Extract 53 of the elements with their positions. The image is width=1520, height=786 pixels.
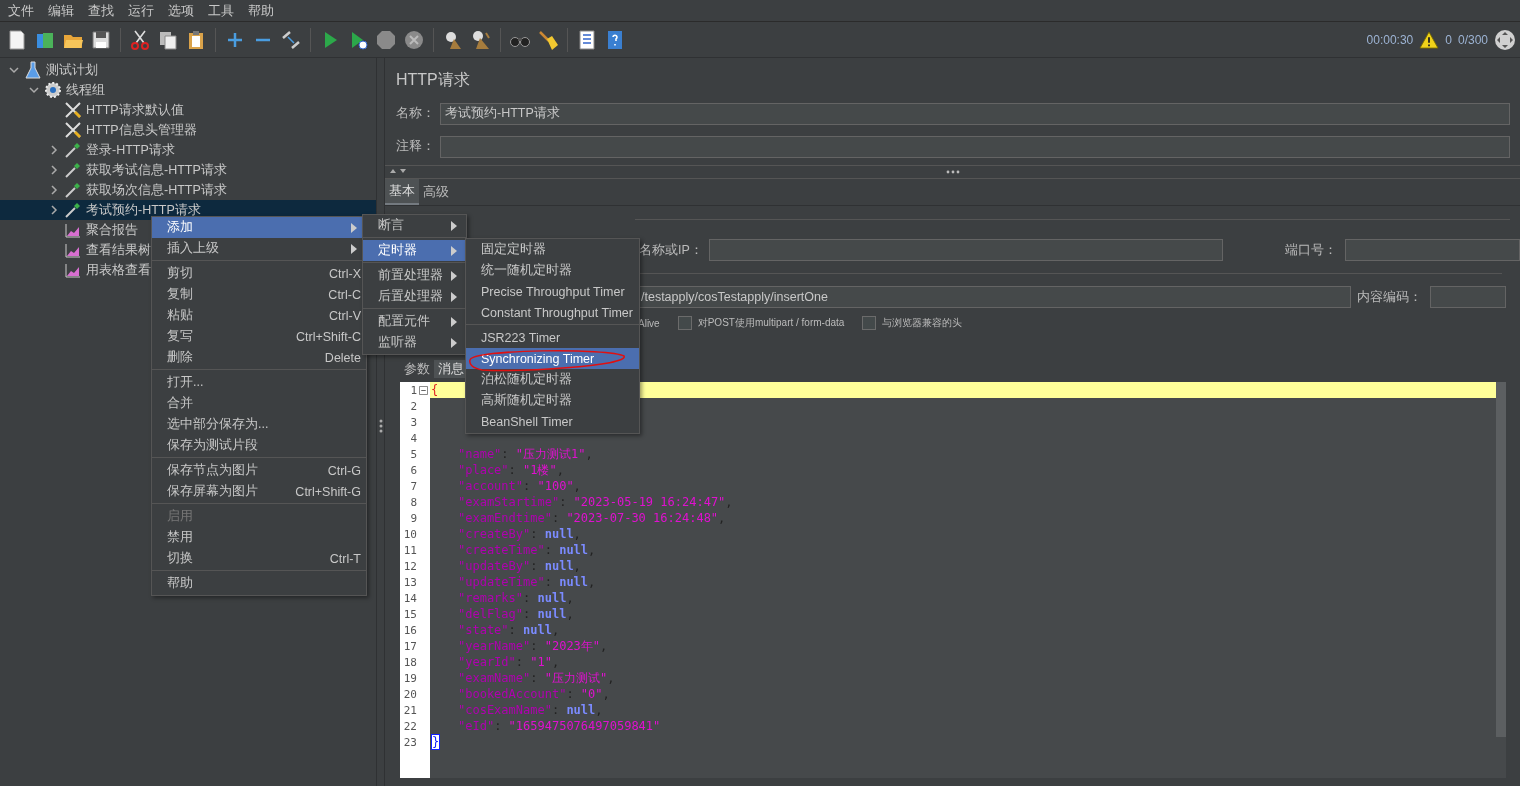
port-label: 端口号： [1285, 241, 1338, 259]
name-label: 名称： [396, 105, 436, 122]
line-number: 1 [409, 383, 417, 397]
code-line: "delFlag": null, [457, 607, 574, 621]
line-number: 23 [402, 735, 417, 749]
code-line: "examStartime": "2023-05-19 16:24:47", [457, 495, 733, 509]
line-number: 17 [402, 639, 417, 653]
checkbox-label: 对POST使用multipart / form-data [697, 316, 845, 330]
code-line: "updateTime": null, [457, 575, 596, 589]
code-line: "examEndtime": "2023-07-30 16:24:48", [457, 511, 726, 525]
code-line: "name": "压力测试1", [457, 445, 593, 463]
code-line: "state": null, [457, 623, 560, 637]
code-line: "yearName": "2023年", [457, 637, 608, 655]
code-line: "cosExamName": null, [457, 703, 603, 717]
code-line: "bookedAccount": "0", [457, 687, 610, 701]
line-number: 22 [402, 719, 417, 733]
line-number: 9 [409, 511, 417, 525]
line-number: 15 [402, 607, 417, 621]
line-number: 11 [402, 543, 417, 557]
line-number: 6 [409, 463, 417, 477]
code-line: "examName": "压力测试", [457, 669, 615, 687]
elapsed-time: 00:00:30 [1366, 32, 1414, 47]
line-number: 20 [402, 687, 417, 701]
line-number: 12 [402, 559, 417, 573]
line-number: 21 [402, 703, 417, 717]
line-number: 10 [402, 527, 417, 541]
server-label: 名称或IP： [639, 241, 703, 259]
code-line: "updateBy": null, [457, 559, 581, 573]
encoding-label: 内容编码： [1357, 288, 1422, 306]
line-number: 7 [409, 479, 417, 493]
code-line: "eId": "1659475076497059841" [457, 719, 661, 733]
code-line: { [430, 383, 439, 397]
checkbox-label: 与浏览器兼容的头 [882, 316, 963, 330]
line-number: 18 [402, 655, 417, 669]
code-line: "remarks": null, [457, 591, 574, 605]
line-number: 19 [402, 671, 417, 685]
line-number: 16 [402, 623, 417, 637]
warning-count: 0 [1445, 32, 1452, 47]
code-line: "yearId": "1", [457, 655, 560, 669]
code-line: "place": "1楼", [457, 461, 564, 479]
line-number: 5 [409, 447, 417, 461]
line-number: 8 [409, 495, 417, 509]
comment-label: 注释： [396, 138, 436, 155]
code-line: "account": "100", [457, 479, 581, 493]
line-number: 2 [409, 399, 417, 413]
line-number: 4 [409, 431, 417, 445]
line-number: 13 [402, 575, 417, 589]
code-line: "createTime": null, [457, 543, 596, 557]
panel-title: HTTP请求 [395, 70, 471, 90]
code-line: "createBy": null, [457, 527, 581, 541]
line-number: 14 [402, 591, 417, 605]
thread-count: 0/300 [1457, 32, 1488, 47]
line-number: 3 [409, 415, 417, 429]
